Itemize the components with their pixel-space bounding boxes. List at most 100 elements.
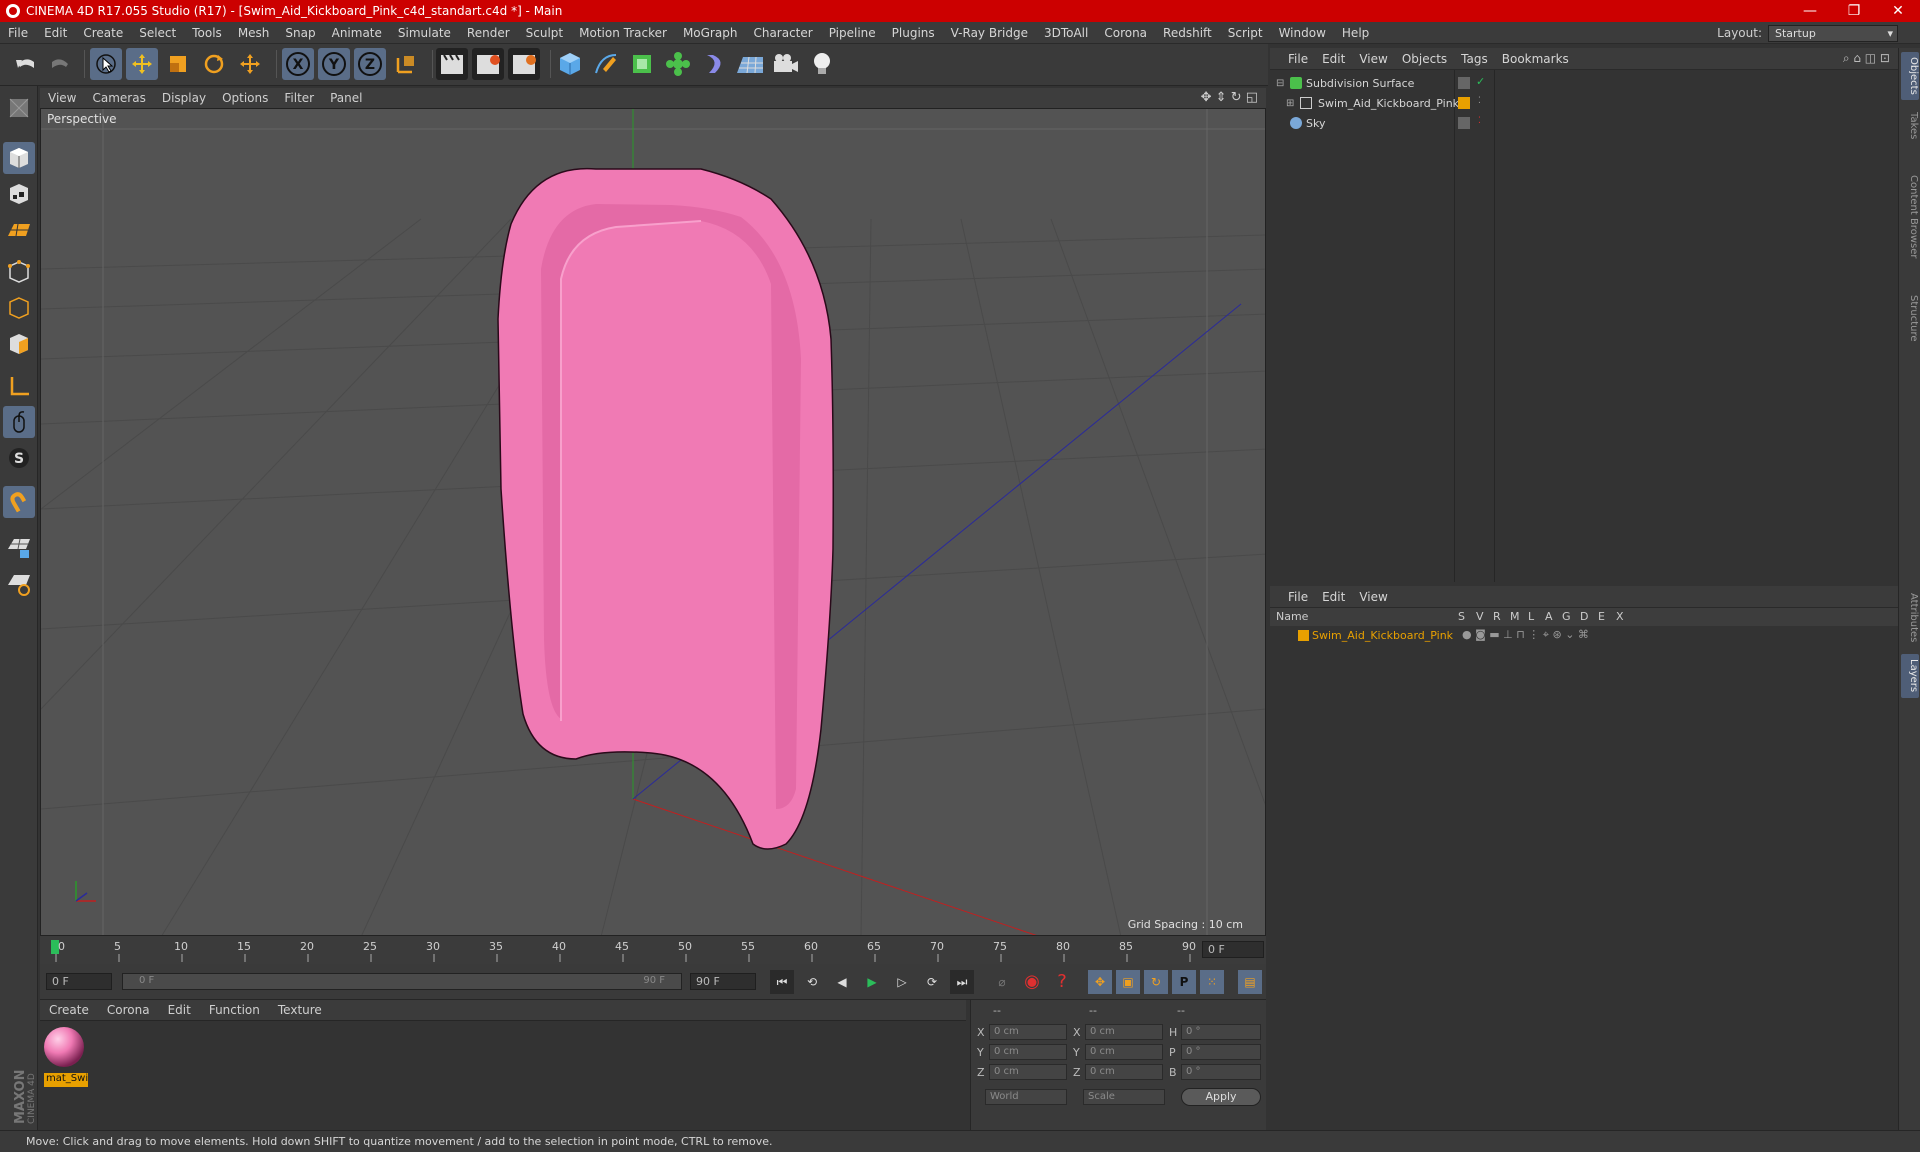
size-z-field[interactable]: 0 cm bbox=[1085, 1064, 1163, 1080]
menu-mograph[interactable]: MoGraph bbox=[675, 26, 746, 40]
add-camera-button[interactable] bbox=[770, 48, 802, 80]
tree-collapse-icon[interactable]: ⊟ bbox=[1276, 78, 1284, 89]
size-y-field[interactable]: 0 cm bbox=[1085, 1044, 1163, 1060]
undo-button[interactable] bbox=[10, 48, 42, 80]
coordinate-system-button[interactable] bbox=[390, 48, 422, 80]
menu-file[interactable]: File bbox=[0, 26, 36, 40]
workplane-mode-button[interactable] bbox=[3, 214, 35, 246]
go-to-start-icon[interactable]: ⏮ bbox=[770, 970, 794, 994]
range-slider[interactable]: 0 F 90 F bbox=[122, 973, 682, 990]
material-swatch[interactable]: mat_Swi bbox=[42, 1025, 88, 1087]
viewport-menu-display[interactable]: Display bbox=[154, 91, 214, 105]
menu-simulate[interactable]: Simulate bbox=[390, 26, 459, 40]
make-editable-button[interactable] bbox=[3, 92, 35, 124]
add-deformer-button[interactable] bbox=[698, 48, 730, 80]
object-menu-bookmarks[interactable]: Bookmarks bbox=[1495, 52, 1576, 66]
viewport-nav-icons[interactable]: ✥ ⇕ ↻ ◱ bbox=[1201, 90, 1258, 105]
locked-workplane-button[interactable] bbox=[3, 532, 35, 564]
menu-snap[interactable]: Snap bbox=[277, 26, 323, 40]
menu-motion-tracker[interactable]: Motion Tracker bbox=[571, 26, 675, 40]
rotation-h-field[interactable]: 0 ° bbox=[1181, 1024, 1261, 1040]
visibility-dots-icon[interactable]: ⁚ bbox=[1478, 96, 1481, 106]
menu-render[interactable]: Render bbox=[459, 26, 518, 40]
object-row-subdivision-surface[interactable]: ⊟ Subdivision Surface ✓ bbox=[1270, 74, 1898, 94]
render-settings-button[interactable] bbox=[508, 48, 540, 80]
viewport-menu-view[interactable]: View bbox=[40, 91, 84, 105]
min-frame-field[interactable]: 0 F bbox=[46, 973, 112, 990]
viewport-menu-panel[interactable]: Panel bbox=[322, 91, 370, 105]
add-cube-button[interactable] bbox=[554, 48, 586, 80]
object-menu-tags[interactable]: Tags bbox=[1454, 52, 1495, 66]
texture-mode-button[interactable] bbox=[3, 178, 35, 210]
layer-color-icon[interactable] bbox=[1298, 630, 1309, 641]
object-row-sky[interactable]: Sky ⁚ bbox=[1270, 114, 1898, 134]
position-x-field[interactable]: 0 cm bbox=[989, 1024, 1067, 1040]
go-to-end-icon[interactable]: ⏭ bbox=[950, 970, 974, 994]
points-mode-button[interactable] bbox=[3, 256, 35, 288]
redo-button[interactable] bbox=[44, 48, 76, 80]
rotation-p-field[interactable]: 0 ° bbox=[1181, 1044, 1261, 1060]
layer-menu-file[interactable]: File bbox=[1270, 590, 1315, 604]
tab-attributes[interactable]: Attributes bbox=[1901, 588, 1919, 648]
position-y-field[interactable]: 0 cm bbox=[989, 1044, 1067, 1060]
tree-expand-icon[interactable]: ⊞ bbox=[1286, 98, 1294, 109]
autokey-icon[interactable]: ? bbox=[1050, 970, 1074, 994]
visibility-dots-icon[interactable]: ⁚ bbox=[1478, 116, 1481, 126]
menu-tools[interactable]: Tools bbox=[184, 26, 230, 40]
menu-character[interactable]: Character bbox=[745, 26, 820, 40]
snap-button[interactable]: S bbox=[3, 442, 35, 474]
axis-mode-button[interactable] bbox=[3, 370, 35, 402]
play-icon[interactable]: ▶ bbox=[860, 970, 884, 994]
key-position-icon[interactable]: ✥ bbox=[1088, 970, 1112, 994]
size-mode-select[interactable]: Scale bbox=[1083, 1089, 1165, 1105]
add-subdivision-button[interactable] bbox=[626, 48, 658, 80]
size-x-field[interactable]: 0 cm bbox=[1085, 1024, 1163, 1040]
menu-redshift[interactable]: Redshift bbox=[1155, 26, 1220, 40]
material-menu-edit[interactable]: Edit bbox=[159, 1003, 200, 1017]
viewport-menu-options[interactable]: Options bbox=[214, 91, 276, 105]
record-keys-icon[interactable]: ◉ bbox=[1020, 970, 1044, 994]
polygons-mode-button[interactable] bbox=[3, 328, 35, 360]
layer-tag-icon[interactable] bbox=[1458, 77, 1470, 89]
z-axis-lock-button[interactable]: Z bbox=[354, 48, 386, 80]
material-menu-function[interactable]: Function bbox=[200, 1003, 269, 1017]
menu-corona[interactable]: Corona bbox=[1096, 26, 1155, 40]
previous-key-icon[interactable]: ⟲ bbox=[800, 970, 824, 994]
object-menu-edit[interactable]: Edit bbox=[1315, 52, 1352, 66]
next-key-icon[interactable]: ⟳ bbox=[920, 970, 944, 994]
layer-tag-icon[interactable] bbox=[1458, 117, 1470, 129]
viewport-menu-cameras[interactable]: Cameras bbox=[84, 91, 153, 105]
tab-structure[interactable]: Structure bbox=[1901, 288, 1919, 348]
viewport-menu-filter[interactable]: Filter bbox=[276, 91, 322, 105]
live-selection-button[interactable] bbox=[90, 48, 122, 80]
close-button[interactable]: ✕ bbox=[1876, 3, 1920, 19]
position-z-field[interactable]: 0 cm bbox=[989, 1064, 1067, 1080]
object-menu-view[interactable]: View bbox=[1352, 52, 1394, 66]
render-view-button[interactable] bbox=[436, 48, 468, 80]
add-floor-button[interactable] bbox=[734, 48, 766, 80]
planar-workplane-button[interactable] bbox=[3, 568, 35, 600]
enable-snap-button[interactable] bbox=[3, 486, 35, 518]
material-menu-create[interactable]: Create bbox=[40, 1003, 98, 1017]
layout-select[interactable]: Startup bbox=[1768, 24, 1898, 42]
maximize-button[interactable]: ❐ bbox=[1832, 3, 1876, 19]
tweak-mode-button[interactable] bbox=[3, 406, 35, 438]
menu-vray-bridge[interactable]: V-Ray Bridge bbox=[943, 26, 1036, 40]
tab-objects[interactable]: Objects bbox=[1901, 52, 1919, 100]
key-parameter-icon[interactable]: P bbox=[1172, 970, 1196, 994]
material-menu-corona[interactable]: Corona bbox=[98, 1003, 159, 1017]
previous-frame-icon[interactable]: ◀ bbox=[830, 970, 854, 994]
timeline-ruler[interactable]: 0 5 10 15 20 25 30 35 40 45 50 55 60 65 … bbox=[40, 936, 1266, 964]
rotate-tool-button[interactable] bbox=[198, 48, 230, 80]
object-manager-search-icon[interactable]: ⌕ ⌂ ◫ ⊡ bbox=[1843, 51, 1890, 66]
object-row-kickboard[interactable]: ⊞ Swim_Aid_Kickboard_Pink ⁚ bbox=[1270, 94, 1898, 114]
menu-window[interactable]: Window bbox=[1271, 26, 1334, 40]
layer-toggle-icons[interactable]: ● ◙ ▬ ⊥ ⊓ ⋮ ⌖ ⊛ ⌄ ⌘ bbox=[1462, 628, 1589, 642]
add-light-button[interactable] bbox=[806, 48, 838, 80]
menu-edit[interactable]: Edit bbox=[36, 26, 75, 40]
menu-create[interactable]: Create bbox=[75, 26, 131, 40]
material-menu-texture[interactable]: Texture bbox=[269, 1003, 331, 1017]
key-rotation-icon[interactable]: ↻ bbox=[1144, 970, 1168, 994]
menu-script[interactable]: Script bbox=[1220, 26, 1271, 40]
max-frame-field[interactable]: 90 F bbox=[690, 973, 756, 990]
